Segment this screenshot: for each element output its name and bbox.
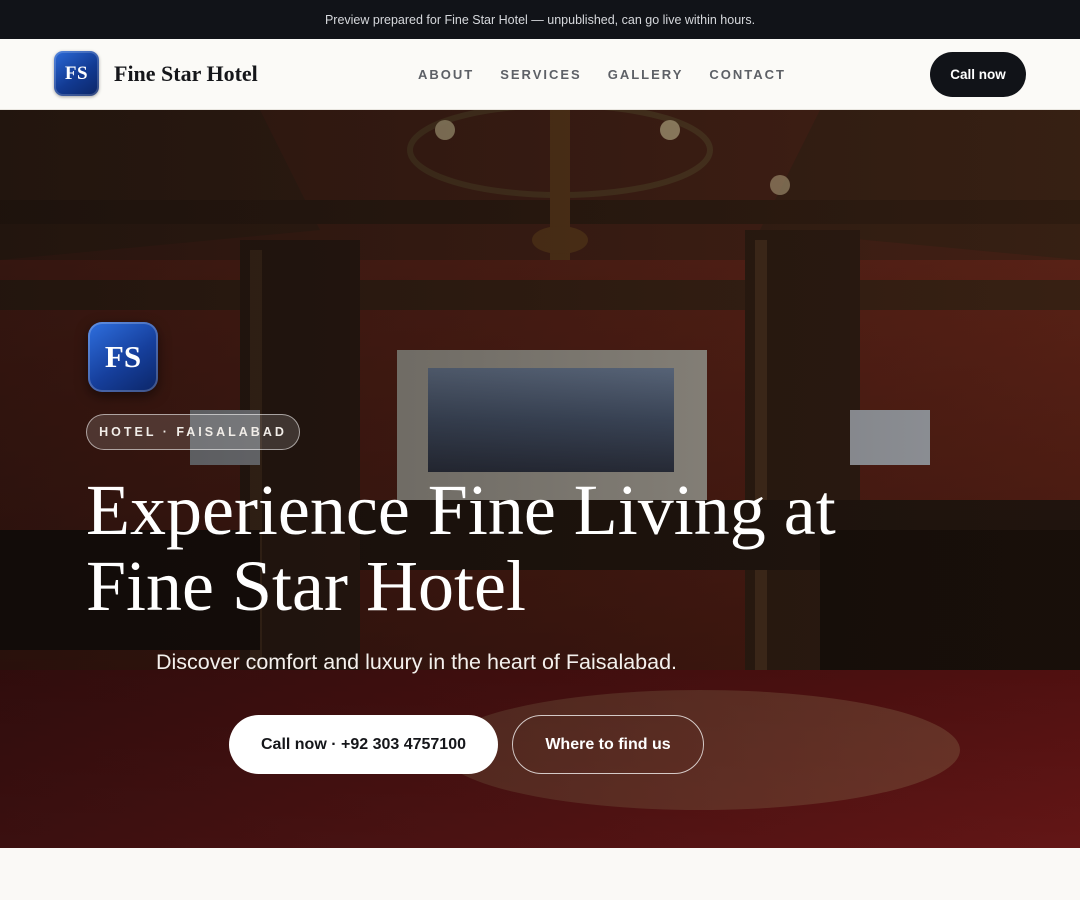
site-header: FS Fine Star Hotel ABOUT SERVICES GALLER…: [0, 39, 1080, 110]
nav-item-services[interactable]: SERVICES: [500, 67, 582, 82]
brand-logo: FS: [54, 51, 99, 96]
hero-section: FS HOTEL · FAISALABAD Experience Fine Li…: [0, 110, 1080, 848]
brand-link[interactable]: FS Fine Star Hotel: [54, 51, 258, 96]
nav-item-contact[interactable]: CONTACT: [709, 67, 786, 82]
brand-name: Fine Star Hotel: [114, 60, 258, 86]
main-nav: ABOUT SERVICES GALLERY CONTACT: [418, 39, 786, 109]
hero-tag: HOTEL · FAISALABAD: [86, 414, 300, 450]
nav-item-gallery[interactable]: GALLERY: [608, 67, 684, 82]
announcement-bar: Preview prepared for Fine Star Hotel — u…: [0, 0, 1080, 39]
hero-subtitle: Discover comfort and luxury in the heart…: [156, 650, 678, 674]
call-phone-button[interactable]: Call now · +92 303 4757100: [229, 715, 498, 774]
hero-headline: Experience Fine Living at Fine Star Hote…: [86, 470, 836, 626]
hero-logo: FS: [88, 322, 158, 392]
nav-item-about[interactable]: ABOUT: [418, 67, 474, 82]
call-now-button[interactable]: Call now: [930, 52, 1026, 97]
find-us-button[interactable]: Where to find us: [512, 715, 704, 774]
announcement-text: Preview prepared for Fine Star Hotel — u…: [324, 12, 756, 27]
